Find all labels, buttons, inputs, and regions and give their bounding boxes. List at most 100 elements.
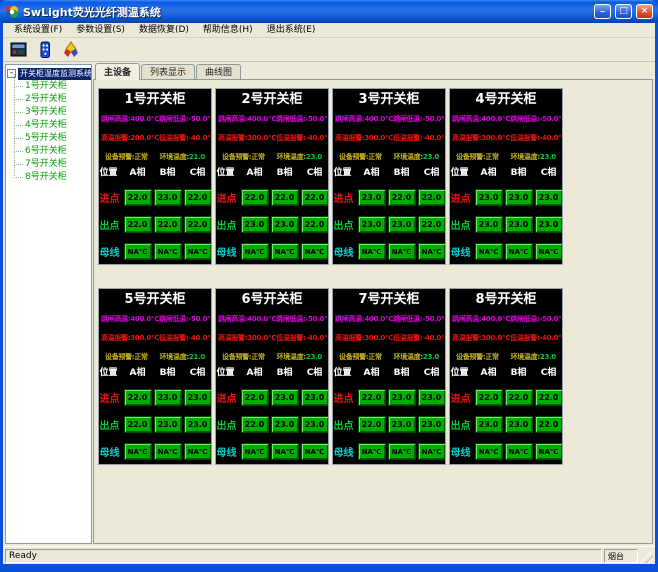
sidebar-item-switchgear[interactable]: 3号开关柜 [13, 106, 90, 119]
tab[interactable]: 曲线图 [196, 64, 241, 79]
trip-high-label: 跳闸高温: [101, 115, 130, 123]
alarm-low-value: -40.0℃ [305, 334, 329, 342]
alarm-low-label: 低温报警: [393, 134, 422, 142]
trip-low-label: 跳闸低温: [159, 315, 188, 323]
inlet-row-label: 进点 [450, 390, 473, 405]
trip-low-label: 跳闸低温: [393, 315, 422, 323]
phase-c-header: C相 [301, 367, 329, 379]
inlet-b-value: 23.0 [154, 189, 182, 206]
position-header: 位置 [216, 367, 239, 379]
inlet-c-value: 22.0 [301, 189, 329, 206]
env-temp-label: 环境温度: [511, 353, 540, 361]
env-temp-value: 23.0 [423, 153, 439, 161]
resize-grip-icon[interactable] [640, 550, 653, 563]
phase-c-header: C相 [418, 167, 446, 179]
device-warn-value: 正常 [485, 153, 498, 161]
sidebar-item-switchgear[interactable]: 2号开关柜 [13, 93, 90, 106]
phase-c-header: C相 [418, 367, 446, 379]
device-warn-value: 正常 [251, 153, 264, 161]
menu-item[interactable]: 退出系统(E) [260, 23, 323, 38]
inlet-row-label: 进点 [99, 190, 122, 205]
sidebar-item-switchgear[interactable]: 4号开关柜 [13, 119, 90, 132]
indicator-card-icon [38, 41, 52, 59]
tab[interactable]: 主设备 [95, 63, 140, 80]
device-warn-value: 正常 [134, 353, 147, 361]
phase-b-header: B相 [271, 167, 299, 179]
window-title: SwLight荧光光纤测温系统 [23, 4, 590, 20]
device-warn-label: 设备预警: [456, 153, 485, 161]
panel-title: 2号开关柜 [217, 91, 327, 109]
alarm-low-label: 低温报警: [393, 334, 422, 342]
status-message: Ready [5, 549, 602, 563]
status-bar: Ready 烟台 [3, 546, 655, 564]
alarm-high-value: 300.0℃ [481, 134, 510, 142]
device-warn-label: 设备预警: [222, 353, 251, 361]
alarm-high-label: 高温报警: [218, 334, 247, 342]
position-header: 位置 [450, 167, 473, 179]
busbar-row-label: 母线 [450, 244, 473, 259]
trip-high-label: 跳闸高温: [101, 315, 130, 323]
device-toolbar-button[interactable] [8, 39, 30, 60]
panel-title: 5号开关柜 [100, 291, 210, 309]
busbar-row-label: 母线 [450, 444, 473, 459]
alarm-high-label: 高温报警: [452, 334, 481, 342]
env-temp-label: 环境温度: [160, 353, 189, 361]
tree-root-item[interactable]: 开关柜温度监测系统 [18, 68, 92, 80]
env-temp-value: 23.0 [540, 353, 556, 361]
busbar-row-label: 母线 [216, 444, 239, 459]
alarm-high-value: 300.0℃ [247, 334, 276, 342]
alarm-low-label: 低温报警: [510, 334, 539, 342]
outlet-row-label: 出点 [216, 417, 239, 432]
outlet-b-value: 23.0 [271, 416, 299, 433]
device-warn-label: 设备预警: [222, 153, 251, 161]
outlet-a-value: 22.0 [124, 416, 152, 433]
sidebar-item-switchgear[interactable]: 7号开关柜 [13, 158, 90, 171]
menu-item[interactable]: 参数设置(S) [69, 23, 132, 38]
menu-item[interactable]: 系统设置(F) [7, 23, 69, 38]
menu-item[interactable]: 数据恢复(D) [132, 23, 196, 38]
indicator-toolbar-button[interactable] [34, 39, 56, 60]
tab-content: 1号开关柜 跳闸高温:400.0℃ 跳闸低温:-50.0℃ 高温报警:200.0… [93, 79, 653, 544]
minimize-button[interactable]: _ [594, 4, 611, 19]
trip-high-label: 跳闸高温: [452, 315, 481, 323]
outlet-a-value: 22.0 [124, 216, 152, 233]
outlet-c-value: 23.0 [535, 216, 563, 233]
phase-b-header: B相 [505, 367, 533, 379]
inlet-a-value: 22.0 [475, 389, 503, 406]
trip-low-label: 跳闸低温: [393, 115, 422, 123]
busbar-b-value: NA℃ [154, 443, 182, 460]
tab-area: 主设备 列表显示 曲线图 1号开关柜 跳闸高温:400.0℃ 跳闸低温:-50.… [93, 62, 653, 544]
env-temp-label: 环境温度: [160, 153, 189, 161]
sidebar-item-switchgear[interactable]: 1号开关柜 [13, 80, 90, 93]
sidebar-item-switchgear[interactable]: 5号开关柜 [13, 132, 90, 145]
outlet-row-label: 出点 [216, 217, 239, 232]
busbar-b-value: NA℃ [154, 243, 182, 260]
menu-bar: 系统设置(F) 参数设置(S) 数据恢复(D) 帮助信息(H) 退出系统(E) [3, 23, 655, 38]
panel-title: 8号开关柜 [451, 291, 561, 309]
inlet-a-value: 22.0 [124, 389, 152, 406]
trip-high-label: 跳闸高温: [335, 315, 364, 323]
inlet-b-value: 23.0 [388, 389, 416, 406]
trip-high-value: 400.0℃ [130, 115, 159, 123]
inlet-c-value: 23.0 [301, 389, 329, 406]
outlet-row-label: 出点 [333, 417, 356, 432]
alarm-low-value: -40.0℃ [188, 334, 212, 342]
sidebar-item-switchgear[interactable]: 8号开关柜 [13, 171, 90, 184]
inlet-c-value: 23.0 [418, 389, 446, 406]
busbar-c-value: NA℃ [535, 443, 563, 460]
phase-a-header: A相 [124, 367, 152, 379]
sidebar-item-switchgear[interactable]: 6号开关柜 [13, 145, 90, 158]
outlet-c-value: 23.0 [301, 416, 329, 433]
close-button[interactable]: × [636, 4, 653, 19]
lamp-icon [62, 41, 80, 59]
tab-strip: 主设备 列表显示 曲线图 [93, 62, 653, 79]
menu-item[interactable]: 帮助信息(H) [196, 23, 260, 38]
alarm-low-label: 低温报警: [159, 334, 188, 342]
outlet-b-value: 23.0 [505, 416, 533, 433]
tab[interactable]: 列表显示 [141, 64, 195, 79]
panel-title: 7号开关柜 [334, 291, 444, 309]
lamp-toolbar-button[interactable] [60, 39, 82, 60]
outlet-row-label: 出点 [99, 417, 122, 432]
alarm-low-value: -40.0℃ [422, 134, 446, 142]
maximize-button[interactable]: □ [615, 4, 632, 19]
